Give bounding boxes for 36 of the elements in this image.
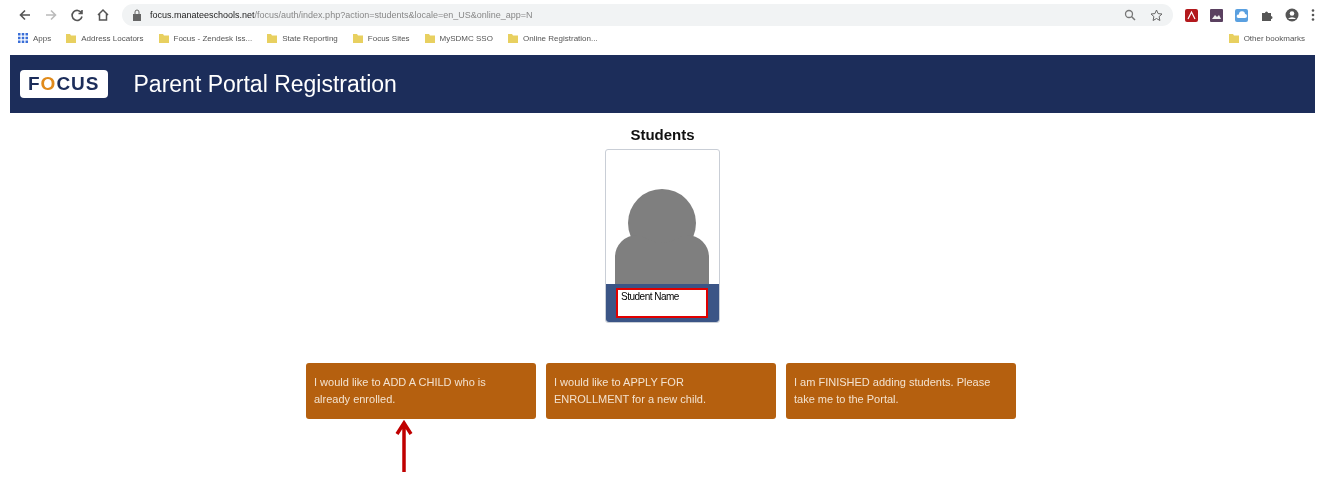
section-heading: Students xyxy=(630,126,695,143)
lock-icon xyxy=(132,9,142,21)
back-icon[interactable] xyxy=(18,8,32,22)
bookmark[interactable]: State Reporting xyxy=(282,33,338,43)
bookmark[interactable]: Focus Sites xyxy=(367,33,410,43)
apps-icon xyxy=(18,33,28,43)
url-text: focus.manateeschools.net/focus/auth/index.php?action=students&locale=en_US&online_app=N xyxy=(150,10,534,20)
folder-icon xyxy=(158,33,169,43)
reload-icon[interactable] xyxy=(70,8,84,22)
bookmark[interactable]: MySDMC SSO xyxy=(439,33,493,43)
bookmark[interactable]: Apps xyxy=(33,33,52,43)
bookmark[interactable]: Focus - Zendesk Iss... xyxy=(173,33,253,43)
address-bar[interactable]: focus.manateeschools.net/focus/auth/index.php?action=students&locale=en_US&online_app=N xyxy=(122,4,1173,26)
action-button[interactable]: I would like to APPLY FOR ENROLLMENT for a new child. xyxy=(546,363,776,419)
profile-icon[interactable] xyxy=(1285,8,1299,22)
folder-icon xyxy=(424,33,435,43)
action-button[interactable]: I would like to ADD A CHILD who is already enrolled. xyxy=(306,363,536,419)
folder-icon xyxy=(267,33,278,43)
folder-icon xyxy=(352,33,363,43)
bookmark[interactable]: Address Locators xyxy=(81,33,144,43)
bookmark[interactable]: Online Registration... xyxy=(522,33,598,43)
menu-icon[interactable] xyxy=(1311,8,1315,22)
star-icon[interactable] xyxy=(1150,8,1163,22)
cloud-extension-icon[interactable] xyxy=(1235,8,1248,22)
folder-icon xyxy=(507,33,518,43)
zoom-icon[interactable] xyxy=(1124,9,1136,21)
image-extension-icon[interactable] xyxy=(1210,8,1223,22)
student-name: Student Name xyxy=(616,288,708,318)
student-card[interactable]: Student Name xyxy=(605,149,720,323)
bookmark[interactable]: Other bookmarks xyxy=(1243,33,1305,43)
logo: FOCUS xyxy=(20,70,108,98)
action-button[interactable]: I am FINISHED adding students. Please take me to the Portal. xyxy=(786,363,1016,419)
folder-icon xyxy=(1228,33,1239,43)
folder-icon xyxy=(66,33,77,43)
home-icon[interactable] xyxy=(96,8,110,22)
page-title: Parent Portal Registration xyxy=(133,70,397,98)
